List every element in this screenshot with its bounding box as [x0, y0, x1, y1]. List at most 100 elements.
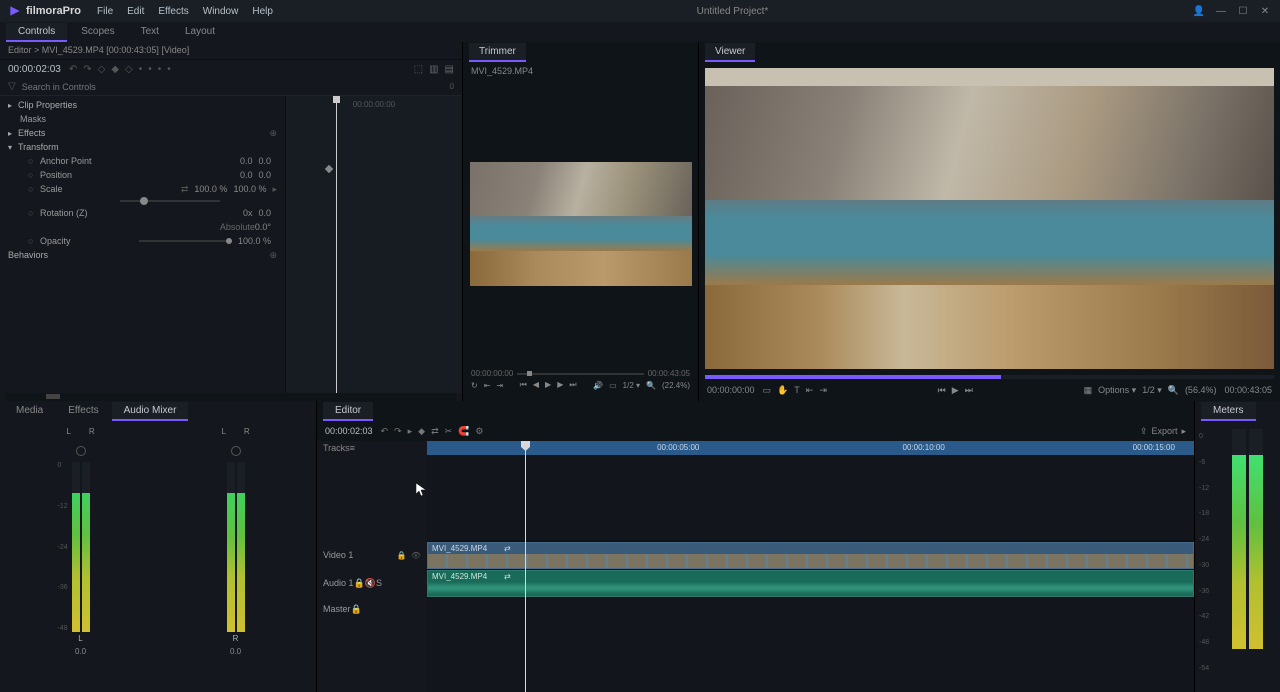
video-track[interactable]: MVI_4529.MP4 ⇄	[427, 541, 1194, 569]
slice-icon[interactable]: ✂	[445, 426, 453, 437]
prev-frame-icon[interactable]: ⏮	[520, 380, 527, 390]
tab-controls[interactable]: Controls	[6, 23, 67, 42]
timeline-ruler[interactable]: 00:00:05:00 00:00:10:00 00:00:15:00	[427, 441, 1194, 455]
add-behavior-icon[interactable]: ⊕	[269, 250, 277, 261]
audio-track-label[interactable]: Audio 1	[323, 578, 354, 588]
keyframe-graph[interactable]: 00:00:00:00	[285, 96, 462, 393]
panel-icon[interactable]: ▥	[429, 64, 438, 75]
lock-icon[interactable]: 🔒	[397, 551, 407, 560]
editor-timecode[interactable]: 00:00:02:03	[325, 426, 373, 436]
video-track-label[interactable]: Video 1	[323, 550, 353, 560]
group-behaviors[interactable]: Behaviors	[8, 250, 269, 260]
viewer-zoom[interactable]: 1/2 ▾	[1142, 385, 1162, 396]
v-prev-icon[interactable]: ⏮	[938, 385, 946, 396]
group-effects[interactable]: Effects	[18, 128, 269, 138]
export-button[interactable]: ⇪ Export ▸	[1140, 426, 1186, 437]
master-track-label[interactable]: Master	[323, 604, 351, 614]
v-mag-icon[interactable]: 🔍	[1168, 385, 1179, 396]
kf-prev-icon[interactable]: ◇	[98, 64, 106, 75]
select-tool-icon[interactable]: ▭	[763, 385, 772, 396]
out-icon[interactable]: ⇥	[496, 381, 503, 390]
group-masks[interactable]: Masks	[20, 114, 277, 124]
vol-icon[interactable]: 🔊	[593, 381, 603, 390]
redo-icon[interactable]: ↷	[83, 64, 91, 75]
tab-meters[interactable]: Meters	[1201, 402, 1256, 421]
mute-icon[interactable]: 🔇	[365, 578, 376, 588]
v-play-icon[interactable]: ▶	[952, 385, 959, 396]
snap-icon[interactable]: ◆	[418, 426, 425, 437]
tab-trimmer[interactable]: Trimmer	[469, 43, 526, 62]
trimmer-zoom[interactable]: 1/2 ▾	[623, 381, 640, 390]
step-fwd-icon[interactable]: ▶	[557, 380, 563, 390]
tab-media[interactable]: Media	[4, 402, 55, 421]
viewer-progress[interactable]	[705, 375, 1274, 379]
hand-tool-icon[interactable]: ✋	[777, 385, 788, 396]
menu-edit[interactable]: Edit	[127, 6, 144, 17]
menu-window[interactable]: Window	[203, 6, 239, 17]
play-icon[interactable]: ▶	[545, 380, 551, 390]
graph-icon[interactable]: ⬚	[414, 64, 423, 75]
trimmer-preview[interactable]	[470, 162, 692, 286]
master-track[interactable]	[427, 597, 1194, 621]
tab-text[interactable]: Text	[129, 23, 171, 42]
filter-icon[interactable]: ▽	[8, 81, 16, 92]
tab-layout[interactable]: Layout	[173, 23, 227, 42]
ratio-icon[interactable]: ▭	[609, 381, 617, 390]
kf-playhead[interactable]	[336, 96, 337, 393]
menu-file[interactable]: File	[97, 6, 113, 17]
mag-icon[interactable]: 🔍	[646, 381, 656, 390]
loop-icon[interactable]: ↻	[471, 381, 478, 390]
kf-next-icon[interactable]: ◇	[125, 64, 133, 75]
controls-timecode[interactable]: 00:00:02:03	[8, 64, 61, 75]
ed-undo-icon[interactable]: ↶	[381, 426, 389, 437]
solo-icon[interactable]: S	[376, 578, 382, 588]
v-next-icon[interactable]: ⏭	[965, 385, 973, 396]
controls-scrollbar[interactable]	[6, 393, 456, 401]
panel2-icon[interactable]: ▤	[445, 64, 454, 75]
ed-redo-icon[interactable]: ↷	[394, 426, 402, 437]
viewer-preview[interactable]	[705, 68, 1274, 369]
trimmer-tc-in[interactable]: 00:00:00:00	[471, 369, 513, 378]
menu-effects[interactable]: Effects	[158, 6, 188, 17]
in2-icon[interactable]: ⇤	[806, 385, 814, 396]
tab-scopes[interactable]: Scopes	[69, 23, 126, 42]
maximize-icon[interactable]: ☐	[1236, 6, 1250, 17]
link-icon[interactable]: ⇄	[181, 184, 189, 195]
timeline[interactable]: 00:00:05:00 00:00:10:00 00:00:15:00 MVI_…	[427, 441, 1194, 692]
lock2-icon[interactable]: 🔒	[354, 578, 365, 588]
kf-dot-icon[interactable]: •	[139, 64, 143, 75]
minimize-icon[interactable]: ―	[1214, 6, 1228, 17]
add-effect-icon[interactable]: ⊕	[269, 128, 277, 139]
ripple-icon[interactable]: ⇄	[431, 426, 439, 437]
viewer-tc-out[interactable]: 00:00:43:05	[1224, 385, 1272, 395]
search-input[interactable]	[22, 82, 444, 92]
mixer-value[interactable]: 0.0	[75, 647, 86, 656]
group-clip-properties[interactable]: Clip Properties	[18, 100, 277, 110]
keyframe-position-icon[interactable]: ○	[28, 170, 40, 180]
keyframe-marker[interactable]	[325, 165, 333, 173]
pan-knob-2[interactable]	[231, 446, 241, 456]
pan-knob[interactable]	[76, 446, 86, 456]
lock3-icon[interactable]: 🔒	[351, 604, 362, 614]
keyframe-scale-icon[interactable]: ○	[28, 184, 40, 194]
viewer-options[interactable]: Options ▾	[1098, 385, 1136, 396]
audio-clip[interactable]: MVI_4529.MP4 ⇄	[427, 570, 1194, 597]
safe-zone-icon[interactable]: ▦	[1084, 385, 1093, 396]
scale-slider[interactable]	[120, 198, 220, 204]
tab-effects-lower[interactable]: Effects	[56, 402, 110, 421]
video-clip[interactable]: MVI_4529.MP4 ⇄	[427, 542, 1194, 569]
out2-icon[interactable]: ⇥	[819, 385, 827, 396]
text-tool-icon[interactable]: T	[794, 385, 800, 395]
in-icon[interactable]: ⇤	[484, 381, 491, 390]
audio-track[interactable]: MVI_4529.MP4 ⇄	[427, 569, 1194, 597]
tab-editor[interactable]: Editor	[323, 402, 373, 421]
tab-viewer[interactable]: Viewer	[705, 43, 755, 62]
gear-icon[interactable]: ⚙	[475, 426, 483, 437]
timeline-playhead[interactable]	[525, 441, 526, 692]
trimmer-tc-out[interactable]: 00:00:43:05	[648, 369, 690, 378]
tab-audio-mixer[interactable]: Audio Mixer	[112, 402, 189, 421]
magnet-icon[interactable]: 🧲	[458, 426, 469, 437]
eye-icon[interactable]: 👁	[411, 551, 421, 560]
group-transform[interactable]: Transform	[18, 142, 277, 152]
menu-help[interactable]: Help	[252, 6, 273, 17]
